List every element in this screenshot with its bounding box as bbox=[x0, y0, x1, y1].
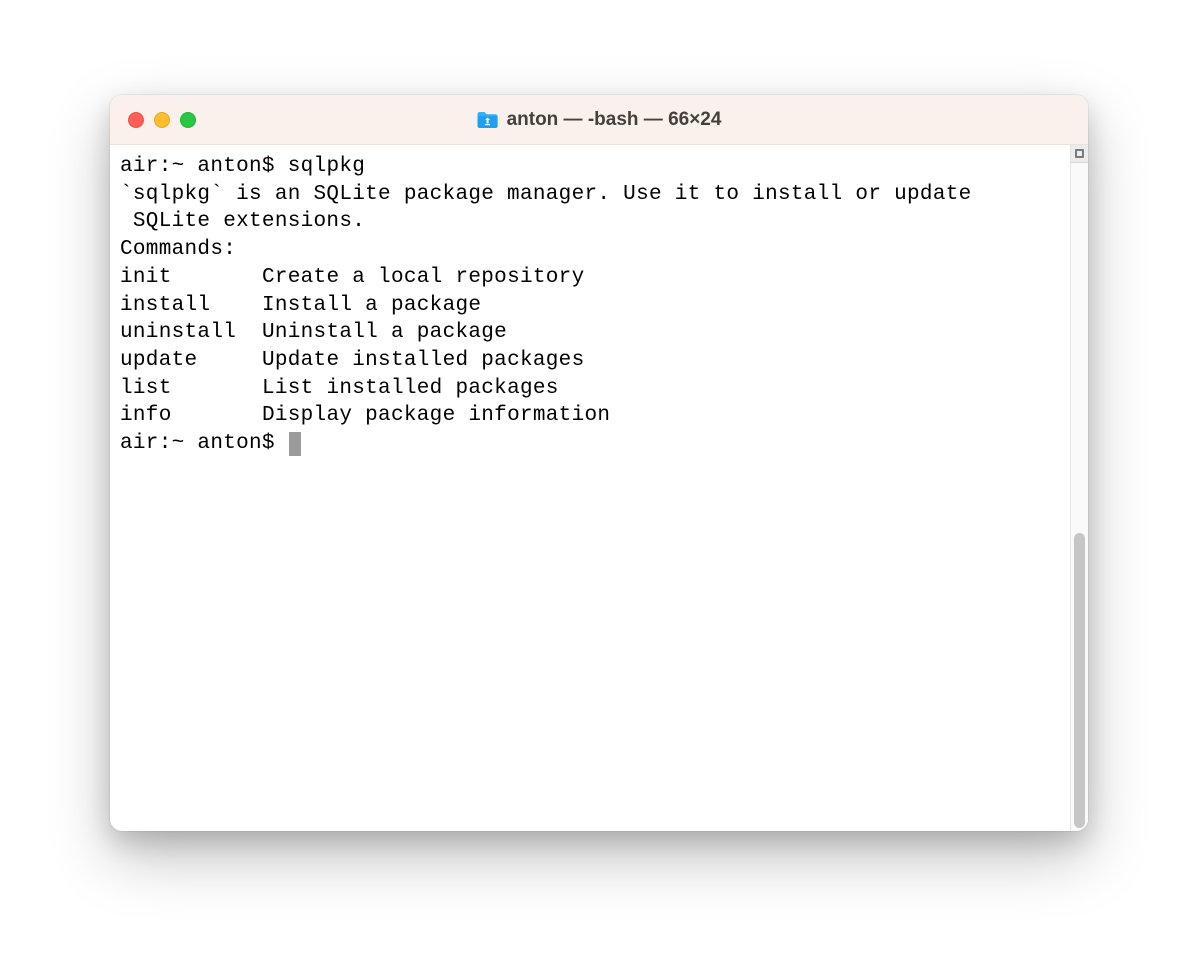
scroll-top-indicator[interactable] bbox=[1071, 145, 1088, 163]
traffic-lights bbox=[128, 112, 196, 128]
command-row: list List installed packages bbox=[120, 377, 559, 400]
command-row: update Update installed packages bbox=[120, 349, 585, 372]
cmd-name: uninstall bbox=[120, 321, 236, 344]
command-row: init Create a local repository bbox=[120, 266, 585, 289]
minimize-button[interactable] bbox=[154, 112, 170, 128]
command-row: install Install a package bbox=[120, 294, 481, 317]
window-title: anton — -bash — 66×24 bbox=[507, 109, 722, 131]
cmd-name: init bbox=[120, 266, 172, 289]
commands-header: Commands: bbox=[120, 238, 236, 261]
command-row: uninstall Uninstall a package bbox=[120, 321, 507, 344]
command-row: info Display package information bbox=[120, 404, 610, 427]
cmd-name: info bbox=[120, 404, 172, 427]
cursor bbox=[289, 432, 301, 456]
cmd-name: install bbox=[120, 294, 210, 317]
command-text: sqlpkg bbox=[288, 155, 365, 178]
prompt-text: air:~ anton$ bbox=[120, 155, 288, 178]
cmd-desc: Create a local repository bbox=[262, 266, 585, 289]
output-description-2: SQLite extensions. bbox=[120, 210, 365, 233]
maximize-button[interactable] bbox=[180, 112, 196, 128]
scroll-thumb[interactable] bbox=[1074, 533, 1085, 828]
cmd-name: list bbox=[120, 377, 172, 400]
cmd-desc: Uninstall a package bbox=[262, 321, 507, 344]
cmd-desc: Install a package bbox=[262, 294, 481, 317]
terminal-content[interactable]: air:~ anton$ sqlpkg `sqlpkg` is an SQLit… bbox=[110, 145, 1070, 831]
cmd-desc: Update installed packages bbox=[262, 349, 585, 372]
prompt-text: air:~ anton$ bbox=[120, 432, 288, 455]
terminal-window: anton — -bash — 66×24 air:~ anton$ sqlpk… bbox=[110, 95, 1088, 831]
cmd-desc: List installed packages bbox=[262, 377, 559, 400]
cmd-name: update bbox=[120, 349, 197, 372]
scrollbar[interactable] bbox=[1070, 145, 1088, 831]
titlebar[interactable]: anton — -bash — 66×24 bbox=[110, 95, 1088, 145]
folder-icon bbox=[477, 111, 499, 129]
cmd-desc: Display package information bbox=[262, 404, 610, 427]
window-title-group: anton — -bash — 66×24 bbox=[477, 109, 722, 131]
prompt-line-2: air:~ anton$ bbox=[120, 432, 301, 455]
output-description-1: `sqlpkg` is an SQLite package manager. U… bbox=[120, 183, 972, 206]
prompt-line-1: air:~ anton$ sqlpkg bbox=[120, 155, 365, 178]
terminal-body: air:~ anton$ sqlpkg `sqlpkg` is an SQLit… bbox=[110, 145, 1088, 831]
close-button[interactable] bbox=[128, 112, 144, 128]
